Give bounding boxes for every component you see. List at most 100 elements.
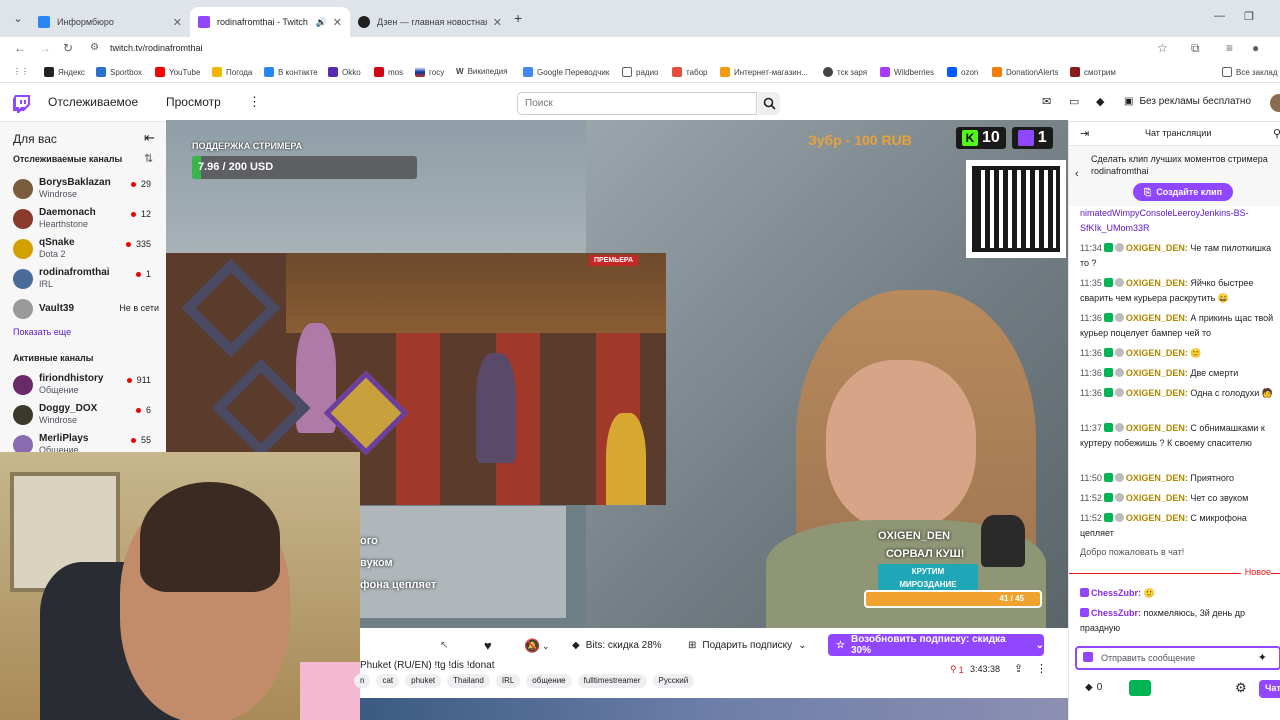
more-menu-icon[interactable]: ⋮ bbox=[248, 94, 261, 110]
extensions-icon[interactable]: ⧉ bbox=[1191, 41, 1200, 56]
tab-search-icon[interactable]: ⌄ bbox=[9, 10, 27, 28]
search-button[interactable] bbox=[758, 92, 780, 115]
search-input[interactable] bbox=[517, 92, 757, 115]
message-user[interactable]: OXIGEN_DEN: bbox=[1126, 388, 1188, 398]
bookmark-ozon[interactable]: ozon bbox=[947, 67, 978, 77]
follow-heart-icon[interactable]: ♥ bbox=[484, 638, 492, 653]
bookmark-gosu[interactable]: госу bbox=[415, 67, 444, 77]
ai-sparkle-icon[interactable]: ✦ bbox=[1258, 651, 1267, 664]
restore-button[interactable]: ❐ bbox=[1244, 10, 1254, 23]
bookmark-shop[interactable]: Интернет-магазин... bbox=[720, 67, 808, 77]
no-ads-button[interactable]: ▣ Без рекламы бесплатно bbox=[1124, 96, 1251, 107]
chevron-left-icon[interactable]: ‹ bbox=[1075, 168, 1079, 180]
bookmark-vk[interactable]: В контакте bbox=[264, 67, 318, 77]
tag[interactable]: общение bbox=[526, 674, 572, 688]
minimize-button[interactable]: — bbox=[1214, 10, 1225, 22]
user-list-icon[interactable]: ⚲ bbox=[1273, 127, 1280, 140]
chevron-down-icon[interactable]: ⌄ bbox=[542, 641, 550, 652]
create-clip-button[interactable]: ⎘ Создайте клип bbox=[1133, 183, 1233, 201]
nav-browse[interactable]: Просмотр bbox=[166, 95, 221, 109]
channel-item[interactable]: qSnake Dota 2 335 bbox=[13, 235, 163, 263]
speaker-icon[interactable]: 🔊 bbox=[316, 17, 327, 28]
bookmark-youtube[interactable]: YouTube bbox=[155, 67, 200, 77]
collapse-chat-icon[interactable]: ⇥ bbox=[1080, 127, 1089, 140]
channel-points[interactable]: ◆ 0 bbox=[1085, 682, 1102, 693]
inbox-icon[interactable]: ✉ bbox=[1042, 95, 1051, 108]
twitch-logo-icon[interactable] bbox=[13, 95, 30, 113]
chat-input[interactable]: Отправить сообщение ✦ bbox=[1075, 646, 1280, 670]
url-field[interactable]: twitch.tv/rodinafromthai bbox=[110, 43, 203, 53]
message-user[interactable]: OXIGEN_DEN: bbox=[1126, 368, 1188, 378]
bookmark-pogoda[interactable]: Погода bbox=[212, 67, 252, 77]
message-user[interactable]: OXIGEN_DEN: bbox=[1126, 348, 1188, 358]
message-user[interactable]: OXIGEN_DEN: bbox=[1126, 423, 1188, 433]
close-tab-icon[interactable]: ✕ bbox=[333, 16, 342, 29]
channel-item[interactable]: Doggy_DOX Windrose 6 bbox=[13, 401, 163, 429]
bookmark-wildberries[interactable]: Wildberries bbox=[880, 67, 934, 77]
bookmark-yandex[interactable]: Яндекс bbox=[44, 67, 85, 77]
tag[interactable]: fulltimestreamer bbox=[577, 674, 647, 688]
share-icon[interactable]: ⇪ bbox=[1014, 662, 1023, 675]
message-user[interactable]: OXIGEN_DEN: bbox=[1126, 493, 1188, 503]
bookmark-mos[interactable]: mos bbox=[374, 67, 403, 77]
chat-badge-icon[interactable] bbox=[1083, 652, 1093, 662]
bookmark-tabor[interactable]: табор bbox=[672, 67, 708, 77]
tag[interactable]: Русский bbox=[652, 674, 695, 688]
browser-tab-twitch[interactable]: rodinafromthai - Twitch 🔊 ✕ bbox=[190, 7, 350, 37]
bookmark-okko[interactable]: Okko bbox=[328, 67, 361, 77]
message-user[interactable]: OXIGEN_DEN: bbox=[1126, 513, 1188, 523]
forward-icon[interactable]: → bbox=[39, 41, 51, 55]
tag[interactable]: phuket bbox=[405, 674, 442, 688]
new-tab-button[interactable]: + bbox=[514, 10, 522, 26]
close-tab-icon[interactable]: ✕ bbox=[173, 16, 182, 29]
resubscribe-button[interactable]: ☆ Возобновить подписку: скидка 30% ⌄ bbox=[828, 634, 1044, 656]
chat-settings-icon[interactable]: ⚙ bbox=[1235, 680, 1247, 696]
show-more-link[interactable]: Показать еще bbox=[13, 327, 71, 337]
bookmark-radio[interactable]: радио bbox=[622, 67, 658, 77]
whispers-icon[interactable]: ▭ bbox=[1069, 95, 1079, 108]
collapse-sidebar-icon[interactable]: ⇤ bbox=[144, 130, 155, 146]
channel-item[interactable]: Daemonach Hearthstone 12 bbox=[13, 205, 163, 233]
bookmark-tsk[interactable]: тск заря bbox=[823, 67, 867, 77]
channel-item[interactable]: Vault39 Не в сети bbox=[13, 295, 163, 323]
gift-chest-icon[interactable] bbox=[1129, 680, 1151, 696]
bookmark-wiki[interactable]: W Википедия bbox=[456, 67, 507, 76]
reload-icon[interactable]: ↻ bbox=[63, 41, 73, 55]
media-icon[interactable]: ≡ bbox=[1226, 41, 1233, 55]
message-user[interactable]: OXIGEN_DEN: bbox=[1126, 278, 1188, 288]
message-user[interactable]: OXIGEN_DEN: bbox=[1126, 473, 1188, 483]
message-user[interactable]: ChessZubr: bbox=[1091, 608, 1141, 618]
tag[interactable]: cat bbox=[376, 674, 400, 688]
message-user[interactable]: ChessZubr: bbox=[1091, 588, 1141, 598]
bookmark-star-icon[interactable]: ☆ bbox=[1157, 41, 1168, 55]
bookmark-smotrim[interactable]: смотрим bbox=[1070, 67, 1116, 77]
bits-icon[interactable]: ◆ bbox=[1096, 95, 1104, 108]
gift-sub-button[interactable]: ⊞ Подарить подписку ⌄ bbox=[682, 634, 813, 656]
channel-item[interactable]: firiondhistory Общение 911 bbox=[13, 371, 163, 399]
sort-icon[interactable]: ⇅ bbox=[144, 152, 153, 165]
close-tab-icon[interactable]: ✕ bbox=[493, 16, 502, 29]
notifications-off-icon[interactable]: 🔕 bbox=[524, 638, 540, 654]
chat-send-button[interactable]: Чат bbox=[1259, 680, 1280, 698]
message-user[interactable]: OXIGEN_DEN: bbox=[1126, 243, 1188, 253]
channel-item[interactable]: BorysBaklazan Windrose 29 bbox=[13, 175, 163, 203]
tag[interactable]: Thailand bbox=[447, 674, 490, 688]
site-info-icon[interactable]: ⚙ bbox=[90, 42, 99, 53]
browser-tab-informburo[interactable]: Информбюро ✕ bbox=[30, 7, 190, 37]
profile-icon[interactable]: ● bbox=[1252, 41, 1259, 55]
channel-item[interactable]: rodinafromthai IRL 1 bbox=[13, 265, 163, 293]
bookmark-sportbox[interactable]: Sportbox bbox=[96, 67, 142, 77]
browser-tab-dzen[interactable]: Дзен — главная новостная ин ✕ bbox=[350, 7, 510, 37]
tag[interactable]: n bbox=[354, 674, 371, 688]
bookmark-all[interactable]: Все заклад bbox=[1222, 67, 1278, 77]
user-avatar[interactable] bbox=[1270, 94, 1280, 112]
bookmark-translate[interactable]: Google Переводчик bbox=[523, 67, 609, 77]
back-icon[interactable]: ← bbox=[14, 41, 26, 55]
nav-following[interactable]: Отслеживаемое bbox=[48, 95, 138, 109]
apps-icon[interactable]: ⋮⋮ bbox=[13, 67, 29, 76]
bits-button[interactable]: ◆ Bits: скидка 28% bbox=[566, 634, 668, 656]
message-user[interactable]: OXIGEN_DEN: bbox=[1126, 313, 1188, 323]
bookmark-donationalerts[interactable]: DonationAlerts bbox=[992, 67, 1058, 77]
more-options-icon[interactable]: ⋮ bbox=[1036, 662, 1047, 675]
chat-message-link[interactable]: nimatedWimpyConsoleLeeroyJenkins-BS-SfKI… bbox=[1080, 206, 1280, 236]
